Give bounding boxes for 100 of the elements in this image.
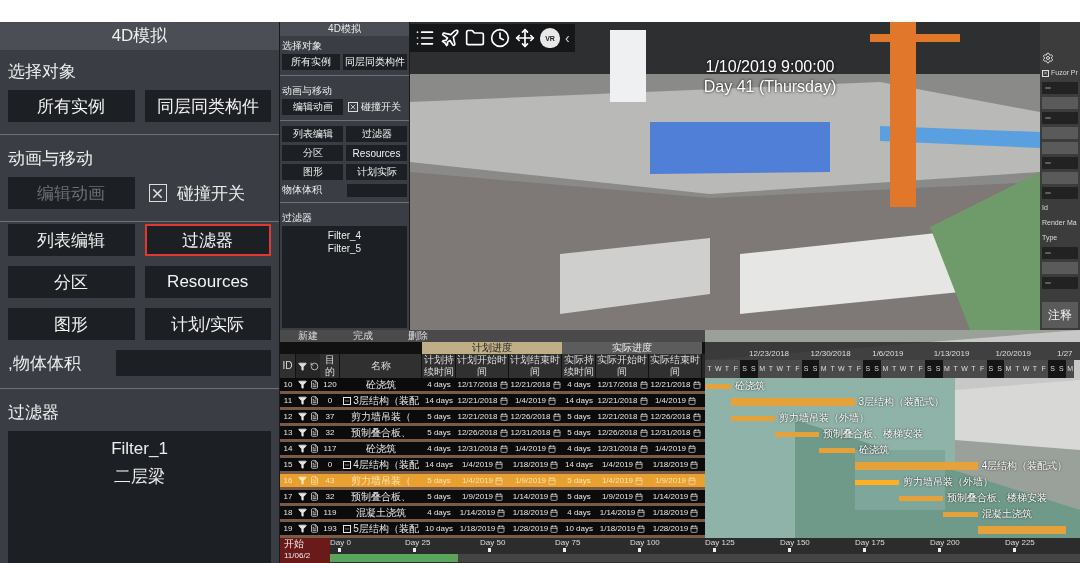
- calendar-icon[interactable]: [497, 508, 506, 517]
- checkbox[interactable]: [148, 184, 167, 202]
- property-field[interactable]: [1042, 127, 1078, 139]
- column-header[interactable]: 计划开始时间: [456, 354, 509, 378]
- calendar-icon[interactable]: [690, 524, 699, 533]
- column-header[interactable]: 实际结束时间: [649, 354, 702, 378]
- column-header[interactable]: 实际开始时间: [596, 354, 649, 378]
- panel-button[interactable]: 分区: [8, 266, 135, 298]
- panel-button[interactable]: 所有实例: [8, 90, 135, 122]
- calendar-icon[interactable]: [639, 444, 648, 453]
- table-row[interactable]: 13 32 预制叠合板、 5 days 12/26/2018 12/31/2018 5 days 12/26/2018 12/31/2018: [280, 426, 705, 442]
- column-header[interactable]: 计划结束时间: [509, 354, 562, 378]
- collapse-icon[interactable]: [343, 460, 352, 469]
- calendar-icon[interactable]: [499, 412, 508, 421]
- panel-button[interactable]: 列表编辑: [282, 126, 343, 142]
- filter-icon[interactable]: [297, 380, 307, 389]
- calendar-icon[interactable]: [552, 380, 561, 389]
- toolbar-tab[interactable]: 删除: [390, 330, 445, 342]
- calendar-icon[interactable]: [635, 492, 644, 501]
- filter-icon[interactable]: [297, 460, 307, 469]
- panel-button[interactable]: 过滤器: [144, 224, 271, 256]
- toolbar-tab[interactable]: 完成: [335, 330, 390, 342]
- calendar-icon[interactable]: [550, 508, 559, 517]
- calendar-icon[interactable]: [548, 444, 557, 453]
- table-row[interactable]: 14 117 砼浇筑 4 days 12/31/2018 1/4/2019 4 days 12/31/2018 1/4/2019: [280, 442, 705, 458]
- note-button[interactable]: 注释: [1042, 302, 1078, 328]
- calendar-icon[interactable]: [692, 428, 701, 437]
- calendar-icon[interactable]: [639, 428, 648, 437]
- filter-item[interactable]: Filter_4: [327, 230, 362, 241]
- toolbar-tab[interactable]: 新建: [280, 330, 335, 342]
- timeline-track[interactable]: [330, 554, 1080, 562]
- panel-button[interactable]: 图形: [282, 164, 343, 180]
- document-icon[interactable]: [309, 428, 319, 437]
- table-row[interactable]: 17 32 预制叠合板、 5 days 1/9/2019 1/14/2019 5 days 1/9/2019 1/14/2019: [280, 490, 705, 506]
- panel-button[interactable]: 计划/实际: [144, 308, 271, 340]
- calendar-icon[interactable]: [639, 380, 648, 389]
- property-field[interactable]: [1042, 142, 1078, 154]
- table-row[interactable]: 12 37 剪力墙吊装（ 5 days 12/21/2018 12/26/2018 5 days 12/21/2018 12/26/2018: [280, 410, 705, 426]
- table-row[interactable]: 18 119 混凝土浇筑 4 days 1/14/2019 1/18/2019 4 days 1/14/2019 1/18/2019: [280, 506, 705, 522]
- collapse-icon[interactable]: [343, 396, 352, 405]
- table-row[interactable]: 11 0 3层结构（装配 14 days 12/21/2018 1/4/2019 14 days 12/21/2018 1/4/2019: [280, 394, 705, 410]
- calendar-icon[interactable]: [637, 524, 646, 533]
- edit-animation-button[interactable]: 编辑动画: [282, 99, 343, 115]
- property-field[interactable]: [1042, 262, 1078, 274]
- calendar-icon[interactable]: [688, 444, 697, 453]
- refresh-icon[interactable]: [309, 361, 319, 371]
- panel-button[interactable]: 同层同类构件: [144, 90, 271, 122]
- document-icon[interactable]: [309, 444, 319, 453]
- calendar-icon[interactable]: [550, 492, 559, 501]
- filter-icon[interactable]: [297, 508, 307, 517]
- panel-button[interactable]: 分区: [282, 145, 343, 161]
- calendar-icon[interactable]: [635, 460, 644, 469]
- calendar-icon[interactable]: [552, 428, 561, 437]
- panel-button[interactable]: 计划实际: [346, 164, 407, 180]
- property-field[interactable]: [1042, 172, 1078, 184]
- calendar-icon[interactable]: [690, 460, 699, 469]
- calendar-icon[interactable]: [690, 492, 699, 501]
- calendar-icon[interactable]: [550, 460, 559, 469]
- property-field[interactable]: [1042, 97, 1078, 109]
- input-field[interactable]: [347, 183, 407, 197]
- column-header[interactable]: 目的: [320, 354, 340, 378]
- calendar-icon[interactable]: [690, 508, 699, 517]
- document-icon[interactable]: [309, 508, 319, 517]
- panel-button[interactable]: 图形: [8, 308, 135, 340]
- calendar-icon[interactable]: [692, 412, 701, 421]
- document-icon[interactable]: [309, 460, 319, 469]
- table-row[interactable]: 19 193 5层结构（装配 10 days 1/18/2019 1/28/2019 10 days 1/18/2019 1/28/2019: [280, 522, 705, 538]
- calendar-icon[interactable]: [497, 524, 506, 533]
- filter-item[interactable]: Filter_1: [111, 439, 168, 459]
- filter-icon[interactable]: [297, 428, 307, 437]
- panel-button[interactable]: 同层同类构件: [343, 54, 407, 70]
- calendar-icon[interactable]: [499, 380, 508, 389]
- document-icon[interactable]: [309, 492, 319, 501]
- document-icon[interactable]: [309, 524, 319, 533]
- filter-icon[interactable]: [297, 412, 307, 421]
- filter-icon[interactable]: [297, 492, 307, 501]
- calendar-icon[interactable]: [552, 412, 561, 421]
- document-icon[interactable]: [309, 396, 319, 405]
- filter-item[interactable]: 二层梁: [114, 465, 165, 488]
- calendar-icon[interactable]: [499, 444, 508, 453]
- filter-icon[interactable]: [297, 396, 307, 405]
- input-field[interactable]: [116, 350, 271, 376]
- table-row[interactable]: 10 120 砼浇筑 4 days 12/17/2018 12/21/2018 4 days 12/17/2018 12/21/2018: [280, 378, 705, 394]
- calendar-icon[interactable]: [688, 396, 697, 405]
- filter-icon[interactable]: [297, 361, 307, 371]
- calendar-icon[interactable]: [639, 396, 648, 405]
- column-header[interactable]: 计划持续时间: [422, 354, 456, 378]
- calendar-icon[interactable]: [550, 524, 559, 533]
- document-icon[interactable]: [309, 380, 319, 389]
- checkbox[interactable]: [1042, 69, 1049, 77]
- panel-button[interactable]: 过滤器: [346, 126, 407, 142]
- filter-icon[interactable]: [297, 524, 307, 533]
- settings-icon[interactable]: [1042, 52, 1054, 64]
- filter-icon[interactable]: [297, 444, 307, 453]
- table-row[interactable]: 15 0 4层结构（装配 14 days 1/4/2019 1/18/2019 14 days 1/4/2019 1/18/2019: [280, 458, 705, 474]
- calendar-icon[interactable]: [548, 396, 557, 405]
- panel-button[interactable]: 所有实例: [282, 54, 340, 70]
- checkbox[interactable]: [348, 102, 358, 112]
- column-header[interactable]: ID: [280, 354, 296, 378]
- calendar-icon[interactable]: [495, 460, 504, 469]
